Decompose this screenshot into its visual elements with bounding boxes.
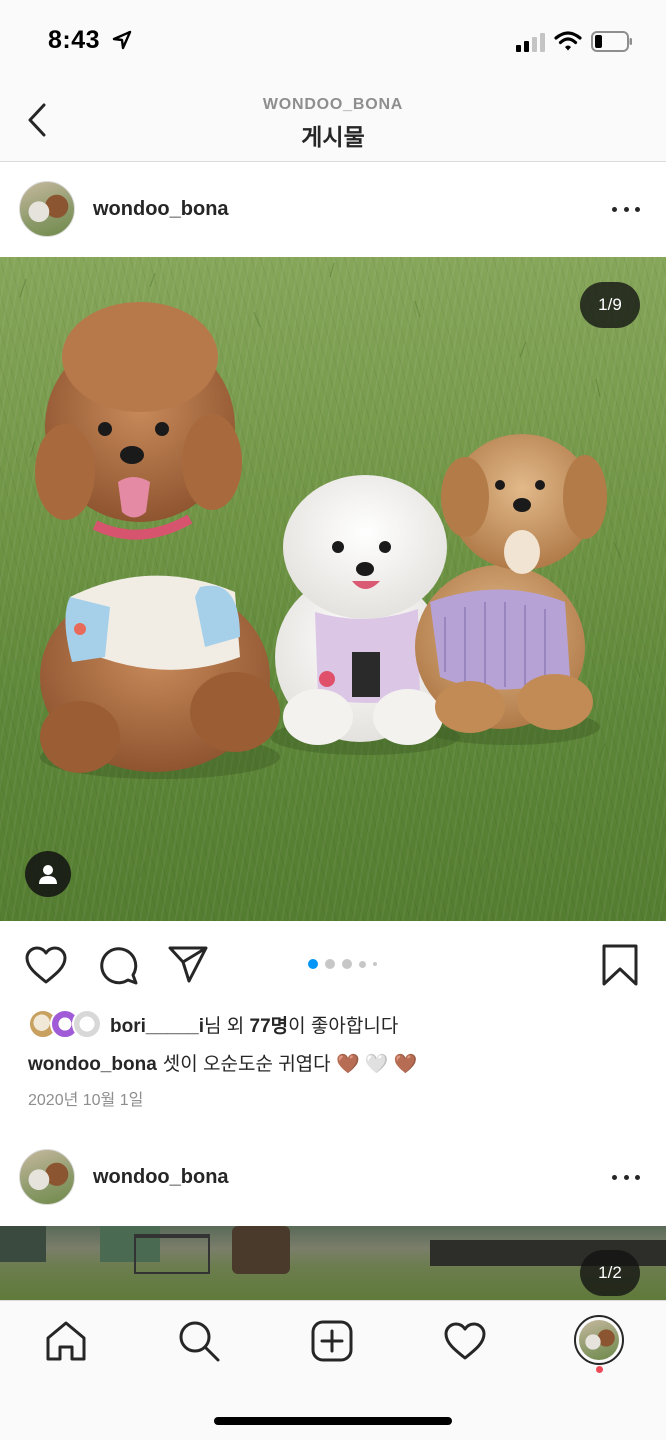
photo-scenery xyxy=(0,1226,46,1262)
post-actions xyxy=(0,921,666,1007)
post-caption: wondoo_bona 셋이 오순도순 귀엽다 🤎 🤍 🤎 xyxy=(28,1049,418,1076)
home-icon xyxy=(46,1321,86,1361)
tab-home[interactable] xyxy=(42,1317,90,1365)
brown-heart-emoji: 🤎 xyxy=(393,1053,418,1075)
comment-icon xyxy=(100,947,138,985)
likes-summary[interactable]: bori_____i님 외 77명이 좋아합니다 xyxy=(28,1008,398,1040)
nav-subtitle: WONDOO_BONA xyxy=(262,96,404,113)
tab-activity[interactable] xyxy=(441,1317,489,1365)
cellular-signal-icon xyxy=(516,33,545,52)
wifi-icon xyxy=(554,31,582,51)
carousel-dot-active xyxy=(308,959,318,969)
dog-bichon xyxy=(275,475,447,745)
caption-text: 셋이 오순도순 귀엽다 xyxy=(162,1054,331,1075)
tab-new-post[interactable] xyxy=(308,1317,356,1365)
brown-heart-emoji: 🤎 xyxy=(335,1053,360,1075)
carousel-dot xyxy=(342,959,352,969)
post-avatar[interactable] xyxy=(19,1149,75,1205)
share-button[interactable] xyxy=(166,943,210,987)
comment-button[interactable] xyxy=(96,943,140,987)
white-heart-emoji: 🤍 xyxy=(364,1053,389,1075)
liker-avatar xyxy=(72,1009,102,1039)
post-photo[interactable]: 1/2 xyxy=(0,1226,666,1300)
post-username[interactable]: wondoo_bona xyxy=(93,198,229,221)
heart-icon xyxy=(25,946,67,984)
post-photo[interactable]: 1/9 xyxy=(0,257,666,921)
status-time: 8:43 xyxy=(48,26,101,54)
photo-counter: 1/9 xyxy=(580,282,640,328)
post-header: wondoo_bona xyxy=(0,1130,666,1224)
user-tag-button[interactable] xyxy=(25,851,71,897)
likes-text: bori_____i님 외 77명이 좋아합니다 xyxy=(110,1015,399,1037)
carousel-dot xyxy=(359,960,366,968)
likes-count[interactable]: 77명 xyxy=(250,1016,289,1037)
home-indicator xyxy=(214,1417,452,1425)
dog-maltipoo xyxy=(415,434,607,733)
dogs-photo-illustration xyxy=(19,262,641,898)
nav-header: WONDOO_BONA 게시물 xyxy=(0,84,666,162)
post-avatar[interactable] xyxy=(19,181,75,237)
more-options-button[interactable] xyxy=(606,1168,646,1186)
user-tag-icon xyxy=(39,865,57,884)
bookmark-icon xyxy=(602,944,638,986)
post-username[interactable]: wondoo_bona xyxy=(93,1166,229,1189)
photo-scenery xyxy=(232,1226,290,1274)
caption-username[interactable]: wondoo_bona xyxy=(28,1054,157,1075)
tab-search[interactable] xyxy=(175,1317,223,1365)
carousel-dot xyxy=(325,959,335,969)
more-options-icon xyxy=(612,1174,617,1180)
tab-profile[interactable] xyxy=(574,1315,624,1365)
battery-icon xyxy=(591,31,632,52)
page-title: 게시물 xyxy=(301,124,365,150)
like-button[interactable] xyxy=(24,943,68,987)
photo-counter: 1/2 xyxy=(580,1250,640,1296)
post-header: wondoo_bona xyxy=(0,162,666,256)
share-icon xyxy=(168,946,208,983)
save-button[interactable] xyxy=(598,943,642,987)
location-arrow-icon xyxy=(112,30,132,50)
dog-poodle xyxy=(35,302,280,773)
status-bar: 8:43 xyxy=(0,0,666,84)
search-icon xyxy=(179,1321,220,1362)
more-options-button[interactable] xyxy=(606,200,646,218)
profile-avatar xyxy=(579,1320,619,1360)
post-date: 2020년 10월 1일 xyxy=(28,1092,144,1109)
activity-heart-icon xyxy=(444,1322,486,1360)
carousel-dot xyxy=(373,962,377,966)
carousel-indicator xyxy=(308,959,377,969)
add-post-icon xyxy=(311,1320,353,1362)
notification-dot xyxy=(596,1366,603,1373)
more-options-icon xyxy=(612,206,617,212)
liker-username[interactable]: bori_____i xyxy=(110,1016,204,1037)
photo-scenery xyxy=(134,1234,210,1274)
